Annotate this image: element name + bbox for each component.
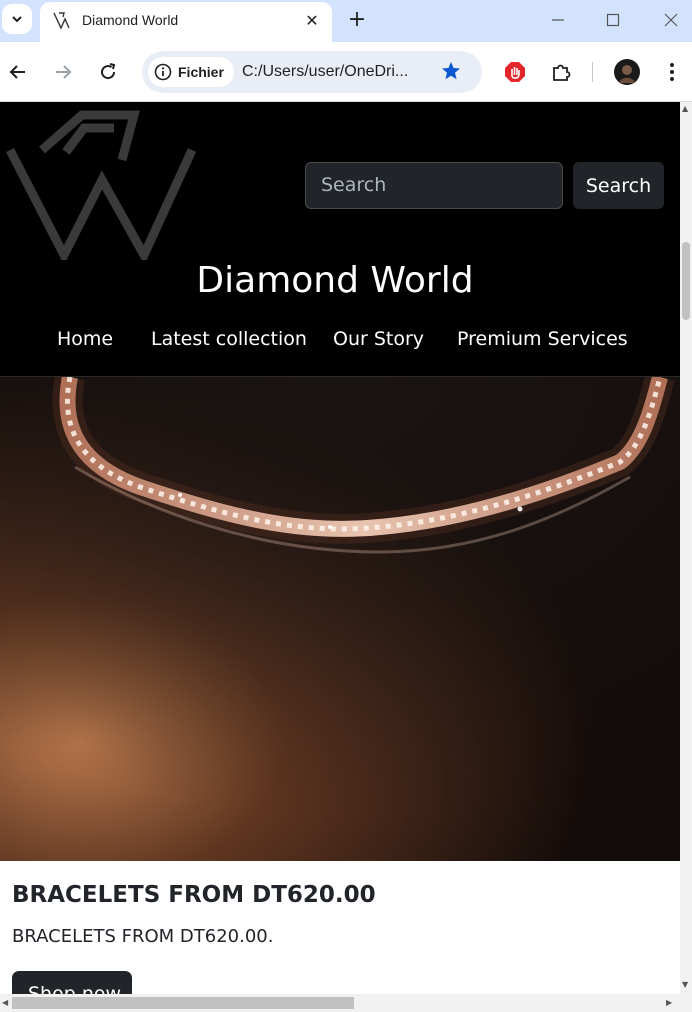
search-button[interactable]: Search <box>573 162 664 209</box>
vertical-scrollbar[interactable]: ▲ ▼ <box>680 102 692 994</box>
hero-carousel-image <box>0 376 680 861</box>
url-text[interactable]: C:/Users/user/OneDri... <box>242 63 408 81</box>
browser-toolbar: Fichier C:/Users/user/OneDri... <box>0 42 692 102</box>
shop-now-button[interactable]: Shop now <box>12 971 132 994</box>
chevron-down-icon <box>12 16 22 23</box>
hero-heading: BRACELETS FROM DT620.00 <box>12 882 376 908</box>
horizontal-scrollbar[interactable]: ◀ ▶ <box>0 994 680 1012</box>
arrow-left-icon <box>9 65 25 79</box>
main-nav: Home Latest collection Our Story Premium… <box>0 328 680 358</box>
info-icon <box>154 63 172 81</box>
tab-title: Diamond World <box>82 12 179 28</box>
nav-premium-services[interactable]: Premium Services <box>457 328 628 350</box>
active-tab[interactable]: Diamond World ✕ <box>40 2 332 42</box>
nav-our-story[interactable]: Our Story <box>333 328 424 350</box>
hero-text: BRACELETS FROM DT620.00. <box>12 926 274 947</box>
more-vert-icon[interactable] <box>658 58 686 86</box>
plus-icon[interactable]: + <box>344 6 370 32</box>
vertical-scroll-thumb[interactable] <box>682 242 690 320</box>
maximize-icon[interactable] <box>601 8 625 32</box>
diamond-world-logo[interactable] <box>4 110 196 260</box>
site-chip-label: Fichier <box>178 64 224 80</box>
reload-button[interactable] <box>94 58 122 86</box>
search-input[interactable]: Search <box>305 162 563 209</box>
reload-icon <box>101 63 116 80</box>
nav-latest-collection[interactable]: Latest collection <box>151 328 307 350</box>
hand-stop-icon[interactable] <box>501 58 529 86</box>
scroll-down-icon[interactable]: ▼ <box>682 980 688 989</box>
scrollbar-corner <box>680 994 692 1012</box>
star-icon[interactable] <box>440 60 462 82</box>
toolbar-separator <box>592 62 593 82</box>
forward-button[interactable] <box>49 58 77 86</box>
site-header: Search Search Diamond World Home Latest … <box>0 102 680 376</box>
address-bar[interactable]: Fichier C:/Users/user/OneDri... <box>142 51 482 93</box>
avatar[interactable] <box>613 58 641 86</box>
page-viewport: Search Search Diamond World Home Latest … <box>0 102 680 994</box>
diamond-world-logo-icon <box>53 12 70 30</box>
scroll-right-icon[interactable]: ▶ <box>666 998 672 1007</box>
tab-strip: Diamond World ✕ + <box>0 0 692 42</box>
site-title: Diamond World <box>196 260 474 301</box>
scroll-up-icon[interactable]: ▲ <box>682 104 688 113</box>
window-close-icon[interactable] <box>659 8 683 32</box>
puzzle-icon[interactable] <box>547 58 575 86</box>
bracelet-photo <box>0 377 680 861</box>
scroll-left-icon[interactable]: ◀ <box>2 998 8 1007</box>
tab-search-button[interactable] <box>2 4 32 34</box>
site-info-chip[interactable]: Fichier <box>148 57 234 87</box>
close-icon[interactable]: ✕ <box>302 10 322 30</box>
minimize-icon[interactable] <box>546 8 570 32</box>
arrow-right-icon <box>56 65 72 79</box>
back-button[interactable] <box>4 58 32 86</box>
horizontal-scroll-thumb[interactable] <box>12 997 354 1009</box>
nav-home[interactable]: Home <box>57 328 113 350</box>
